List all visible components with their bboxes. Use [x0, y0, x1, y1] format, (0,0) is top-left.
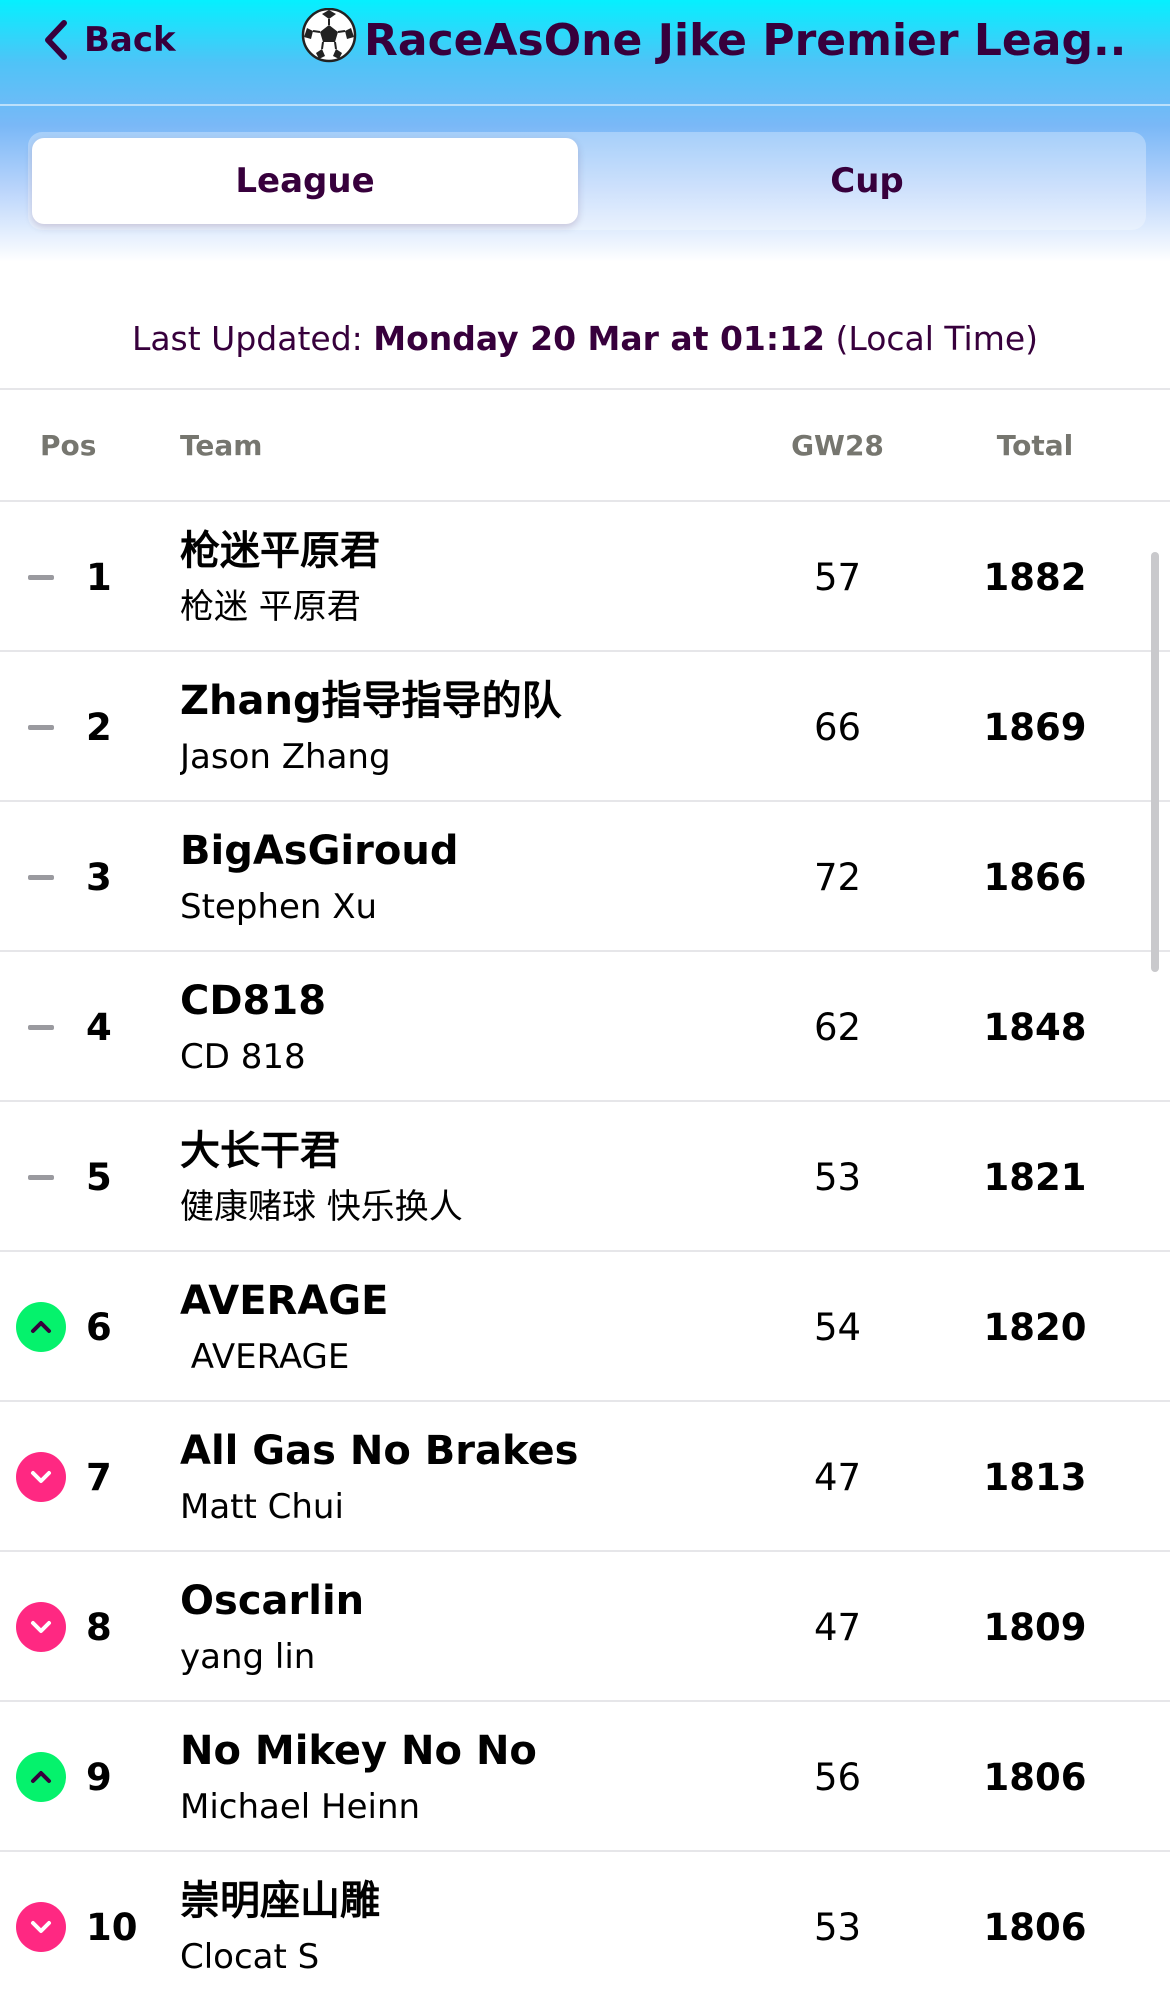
total-points: 1806 — [983, 1905, 1087, 1949]
team-name: All Gas No Brakes — [180, 1428, 579, 1474]
team-name: No Mikey No No — [180, 1728, 537, 1774]
manager-name: Jason Zhang — [180, 737, 391, 777]
no-change-dash-icon — [16, 702, 66, 752]
team-name: 崇明座山雕 — [180, 1878, 380, 1924]
back-button[interactable]: Back — [44, 8, 176, 72]
last-updated-prefix: Last Updated: — [131, 318, 363, 358]
table-row[interactable]: 9 No Mikey No No Michael Heinn 56 1806 — [0, 1702, 1170, 1852]
back-label: Back — [84, 20, 176, 60]
manager-name: 健康赌球 快乐换人 — [180, 1187, 463, 1227]
row-position: 7 — [86, 1455, 112, 1499]
table-row[interactable]: 7 All Gas No Brakes Matt Chui 47 1813 — [0, 1402, 1170, 1552]
manager-name: 枪迷 平原君 — [180, 587, 361, 627]
column-header-pos: Pos — [40, 428, 97, 462]
standings-table: 1 枪迷平原君 枪迷 平原君 57 1882 2 Zhang指导指导的队 Jas… — [0, 502, 1170, 1993]
tab-league[interactable]: League — [32, 138, 578, 224]
last-updated: Last Updated: Monday 20 Mar at 01:12 (Lo… — [0, 310, 1170, 366]
table-row[interactable]: 2 Zhang指导指导的队 Jason Zhang 66 1869 — [0, 652, 1170, 802]
team-name: AVERAGE — [180, 1278, 389, 1324]
manager-name: Clocat S — [180, 1937, 320, 1977]
row-position: 10 — [86, 1905, 138, 1949]
team-name: CD818 — [180, 978, 327, 1024]
tab-cup[interactable]: Cup — [594, 138, 1140, 224]
chevron-left-icon — [44, 20, 68, 60]
row-position: 6 — [86, 1305, 112, 1349]
last-updated-datetime: Monday 20 Mar at 01:12 — [373, 318, 826, 358]
table-row[interactable]: 5 大长干君 健康赌球 快乐换人 53 1821 — [0, 1102, 1170, 1252]
last-updated-suffix: (Local Time) — [835, 318, 1039, 358]
gameweek-points: 56 — [813, 1755, 862, 1799]
table-row[interactable]: 4 CD818 CD 818 62 1848 — [0, 952, 1170, 1102]
row-position: 5 — [86, 1155, 112, 1199]
divider — [0, 388, 1170, 390]
table-row[interactable]: 8 Oscarlin yang lin 47 1809 — [0, 1552, 1170, 1702]
team-name: BigAsGiroud — [180, 828, 459, 874]
manager-name: Michael Heinn — [180, 1787, 421, 1827]
gameweek-points: 57 — [813, 555, 862, 599]
manager-name: Stephen Xu — [180, 887, 378, 927]
column-header-team: Team — [180, 428, 263, 462]
rank-down-icon — [16, 1902, 66, 1952]
gameweek-points: 53 — [813, 1905, 862, 1949]
manager-name: AVERAGE — [180, 1337, 350, 1377]
column-header-gw: GW28 — [791, 428, 884, 462]
table-row[interactable]: 1 枪迷平原君 枪迷 平原君 57 1882 — [0, 502, 1170, 652]
table-row[interactable]: 6 AVERAGE AVERAGE 54 1820 — [0, 1252, 1170, 1402]
league-title-text: RaceAsOne Jike Premier Leag... — [364, 14, 1130, 66]
no-change-dash-icon — [16, 552, 66, 602]
no-change-dash-icon — [16, 1152, 66, 1202]
manager-name: CD 818 — [180, 1037, 306, 1077]
gameweek-points: 62 — [813, 1005, 862, 1049]
manager-name: Matt Chui — [180, 1487, 344, 1527]
column-header-total: Total — [996, 428, 1074, 462]
page-title: RaceAsOne Jike Premier Leag... — [300, 8, 1130, 72]
total-points: 1813 — [983, 1455, 1087, 1499]
no-change-dash-icon — [16, 1002, 66, 1052]
table-row[interactable]: 3 BigAsGiroud Stephen Xu 72 1866 — [0, 802, 1170, 952]
gameweek-points: 72 — [813, 855, 862, 899]
total-points: 1821 — [983, 1155, 1087, 1199]
row-position: 2 — [86, 705, 112, 749]
gameweek-points: 54 — [813, 1305, 862, 1349]
no-change-dash-icon — [16, 852, 66, 902]
scrollbar[interactable] — [1151, 552, 1159, 972]
header: Back RaceAsOne Jike Premier Leag... Leag… — [0, 0, 1170, 262]
total-points: 1806 — [983, 1755, 1087, 1799]
header-divider — [0, 104, 1170, 106]
team-name: 大长干君 — [180, 1128, 340, 1174]
team-name: Oscarlin — [180, 1578, 365, 1624]
tab-bar: League Cup — [28, 132, 1146, 230]
row-position: 3 — [86, 855, 112, 899]
soccer-ball-icon — [300, 8, 358, 72]
total-points: 1869 — [983, 705, 1087, 749]
total-points: 1848 — [983, 1005, 1087, 1049]
total-points: 1866 — [983, 855, 1087, 899]
table-row[interactable]: 10 崇明座山雕 Clocat S 53 1806 — [0, 1852, 1170, 1993]
gameweek-points: 66 — [813, 705, 862, 749]
team-name: Zhang指导指导的队 — [180, 678, 562, 724]
total-points: 1882 — [983, 555, 1087, 599]
total-points: 1809 — [983, 1605, 1087, 1649]
gameweek-points: 47 — [813, 1605, 862, 1649]
total-points: 1820 — [983, 1305, 1087, 1349]
league-standings-screen: Back RaceAsOne Jike Premier Leag... Leag… — [0, 0, 1170, 1993]
row-position: 9 — [86, 1755, 112, 1799]
team-name: 枪迷平原君 — [180, 528, 380, 574]
gameweek-points: 53 — [813, 1155, 862, 1199]
row-position: 4 — [86, 1005, 112, 1049]
rank-down-icon — [16, 1602, 66, 1652]
rank-up-icon — [16, 1752, 66, 1802]
manager-name: yang lin — [180, 1637, 316, 1677]
rank-down-icon — [16, 1452, 66, 1502]
gameweek-points: 47 — [813, 1455, 862, 1499]
row-position: 8 — [86, 1605, 112, 1649]
row-position: 1 — [86, 555, 112, 599]
rank-up-icon — [16, 1302, 66, 1352]
